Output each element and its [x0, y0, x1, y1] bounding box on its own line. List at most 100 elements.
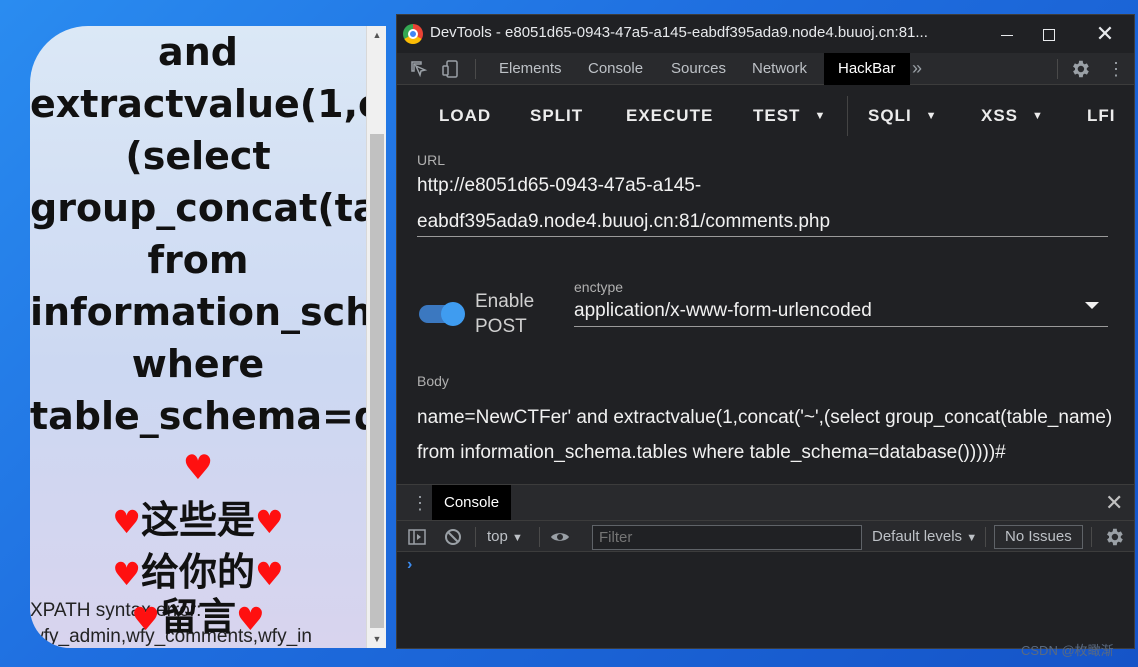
sqli-menu-button[interactable]: SQLI ▼ [868, 86, 938, 146]
test-menu-button[interactable]: TEST ▼ [753, 86, 826, 146]
echo-line: (select [125, 134, 271, 178]
console-settings-gear-icon[interactable] [1103, 526, 1125, 548]
caret-down-icon: ▼ [966, 532, 978, 544]
devtools-window: DevTools - e8051d65-0943-47a5-a145-eabdf… [396, 14, 1135, 649]
echo-line: from [147, 238, 249, 282]
url-input[interactable]: http://e8051d65-0943-47a5-a145-eabdf395a… [417, 168, 1107, 240]
console-filter-input[interactable] [592, 525, 862, 550]
echo-line: where [131, 342, 265, 386]
tab-sources[interactable]: Sources [657, 53, 740, 85]
scroll-up-icon[interactable]: ▲ [367, 26, 387, 44]
clear-console-icon[interactable] [443, 527, 463, 547]
heart-icon: ♥ [131, 600, 160, 638]
toolbar-divider [475, 59, 476, 79]
enctype-label: enctype [574, 279, 624, 295]
close-icon: ✕ [1095, 21, 1115, 46]
sqli-echo-text: and extractvalue(1,co (select group_conc… [30, 26, 366, 598]
context-label: top [487, 528, 508, 545]
scrollbar-thumb[interactable] [370, 134, 384, 628]
console-drawer-header: ⋮ Console ✕ [397, 484, 1134, 521]
message-line: ♥这些是♥ [30, 494, 366, 546]
enctype-select[interactable]: application/x-www-form-urlencoded [574, 300, 872, 322]
echo-line: group_concat(tal [30, 186, 366, 230]
url-label: URL [417, 152, 446, 168]
enable-post-line: POST [475, 316, 527, 337]
lfi-menu-button[interactable]: LFI [1087, 86, 1116, 146]
message-line: ♥留言♥ [30, 591, 366, 643]
hackbar-form: URL http://e8051d65-0943-47a5-a145-eabdf… [397, 146, 1134, 484]
dropdown-caret-icon[interactable] [1085, 302, 1099, 309]
toolbar-divider [1091, 527, 1092, 547]
sqli-label: SQLI [868, 106, 912, 125]
devtools-tabbar: Elements Console Sources Network HackBar… [397, 53, 1134, 85]
device-toolbar-icon[interactable] [441, 59, 461, 79]
heart-icon: ♥ [255, 503, 284, 541]
tab-elements[interactable]: Elements [485, 53, 576, 85]
close-window-button[interactable]: ✕ [1085, 19, 1125, 49]
echo-line: information_sche [30, 290, 366, 334]
more-tabs-icon[interactable]: » [912, 53, 922, 85]
heart-icon: ♥ [236, 600, 265, 638]
heart-icon: ♥ [182, 448, 214, 488]
heart-icon: ♥ [112, 555, 141, 593]
window-titlebar[interactable]: DevTools - e8051d65-0943-47a5-a145-eabdf… [397, 15, 1134, 53]
console-toolbar: top ▼ Default levels ▼ No Issues [397, 520, 1134, 553]
tab-console[interactable]: Console [574, 53, 657, 85]
settings-gear-icon[interactable] [1069, 58, 1091, 80]
page-scrollbar[interactable]: ▲ ▼ [366, 26, 386, 648]
page-content: and extractvalue(1,co (select group_conc… [30, 26, 366, 648]
toggle-knob [441, 302, 465, 326]
tab-network[interactable]: Network [738, 53, 821, 85]
heart-icon: ♥ [112, 503, 141, 541]
toolbar-divider [475, 527, 476, 547]
more-options-icon[interactable]: ⋮ [1107, 58, 1125, 80]
maximize-icon [1043, 29, 1055, 42]
hackbar-toolbar: LOAD SPLIT EXECUTE TEST ▼ SQLI ▼ XSS ▼ LFI [397, 86, 1134, 217]
toolbar-divider [539, 527, 540, 547]
minimize-button[interactable] [987, 19, 1027, 49]
message-overlay: ♥留言♥ [30, 591, 366, 643]
scroll-down-icon[interactable]: ▼ [367, 630, 387, 648]
console-output[interactable]: › [397, 552, 1134, 648]
toolbar-divider [985, 527, 986, 547]
echo-line: and [158, 30, 238, 74]
body-label: Body [417, 373, 449, 389]
maximize-button[interactable] [1029, 19, 1069, 49]
enable-post-toggle[interactable] [419, 302, 467, 326]
inspect-element-icon[interactable] [409, 59, 429, 79]
sidebar-toggle-icon[interactable] [407, 527, 427, 547]
close-drawer-icon[interactable]: ✕ [1105, 485, 1123, 521]
levels-label: Default levels [872, 528, 963, 545]
caret-down-icon: ▼ [925, 110, 938, 122]
drawer-tab-console[interactable]: Console [432, 485, 512, 521]
caret-down-icon: ▼ [512, 532, 523, 544]
toolbar-divider [1057, 59, 1058, 79]
log-levels-dropdown[interactable]: Default levels ▼ [872, 521, 977, 553]
message-text: 这些是 [140, 498, 255, 542]
toolbar-divider [847, 96, 848, 136]
minimize-icon [1001, 34, 1013, 36]
body-input[interactable]: name=NewCTFer' and extractvalue(1,concat… [417, 400, 1117, 470]
echo-line: table_schema=da [30, 394, 366, 438]
load-button[interactable]: LOAD [439, 86, 491, 146]
heart-icon: ♥ [255, 555, 284, 593]
drawer-menu-icon[interactable]: ⋮ [411, 485, 429, 521]
enctype-underline [574, 326, 1108, 327]
xss-label: XSS [981, 106, 1019, 125]
execute-button[interactable]: EXECUTE [626, 86, 713, 146]
url-underline [417, 236, 1108, 237]
caret-down-icon: ▼ [814, 110, 827, 122]
chrome-logo-icon [403, 24, 423, 44]
csdn-watermark: CSDN @枚瞰渐 [1021, 643, 1114, 658]
live-expression-eye-icon[interactable] [550, 527, 570, 547]
split-button[interactable]: SPLIT [530, 86, 583, 146]
tab-hackbar[interactable]: HackBar [824, 53, 910, 85]
console-prompt-chevron-icon[interactable]: › [407, 556, 412, 574]
enable-post-line: Enable [475, 291, 535, 312]
xss-menu-button[interactable]: XSS ▼ [981, 86, 1044, 146]
message-text: 留言 [159, 595, 236, 639]
test-label: TEST [753, 106, 801, 125]
caret-down-icon: ▼ [1032, 110, 1044, 122]
issues-button[interactable]: No Issues [994, 525, 1083, 549]
context-selector[interactable]: top ▼ [487, 521, 523, 553]
